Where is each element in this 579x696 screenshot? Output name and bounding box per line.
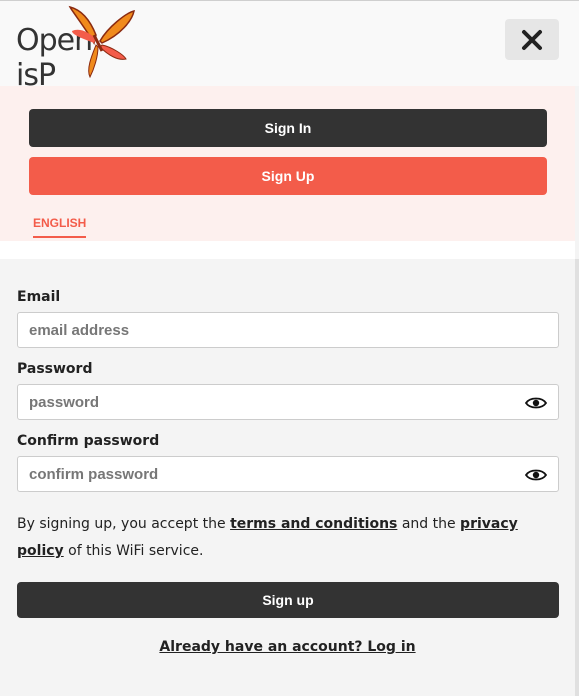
email-label: Email	[17, 289, 61, 305]
confirm-password-field[interactable]	[17, 456, 559, 492]
eye-icon[interactable]	[525, 468, 547, 482]
password-field[interactable]	[17, 384, 559, 420]
close-button[interactable]	[505, 19, 559, 60]
mobile-menu: Sign In Sign Up ENGLISH	[0, 86, 575, 241]
scrollbar[interactable]	[575, 259, 579, 696]
sign-in-button[interactable]: Sign In	[29, 109, 547, 147]
email-field[interactable]	[17, 312, 559, 348]
sign-up-button[interactable]: Sign Up	[29, 157, 547, 195]
butterfly-logo-icon	[68, 5, 135, 79]
eye-icon[interactable]	[525, 396, 547, 410]
log-in-link[interactable]: Already have an account? Log in	[0, 639, 575, 655]
header: OpenisP	[0, 0, 579, 93]
terms-text: By signing up, you accept the terms and …	[17, 516, 518, 559]
confirm-password-label: Confirm password	[17, 433, 160, 449]
divider	[0, 241, 575, 259]
terms-and-conditions-link[interactable]: terms and conditions	[230, 516, 397, 532]
openwisp-logo[interactable]: OpenisP	[16, 5, 156, 93]
language-english-tab[interactable]: ENGLISH	[33, 216, 87, 238]
sign-up-submit-button[interactable]: Sign up	[17, 582, 559, 618]
password-label: Password	[17, 361, 93, 377]
close-icon	[522, 29, 542, 50]
sign-up-form: Email Password Confirm password By signi…	[0, 259, 575, 696]
